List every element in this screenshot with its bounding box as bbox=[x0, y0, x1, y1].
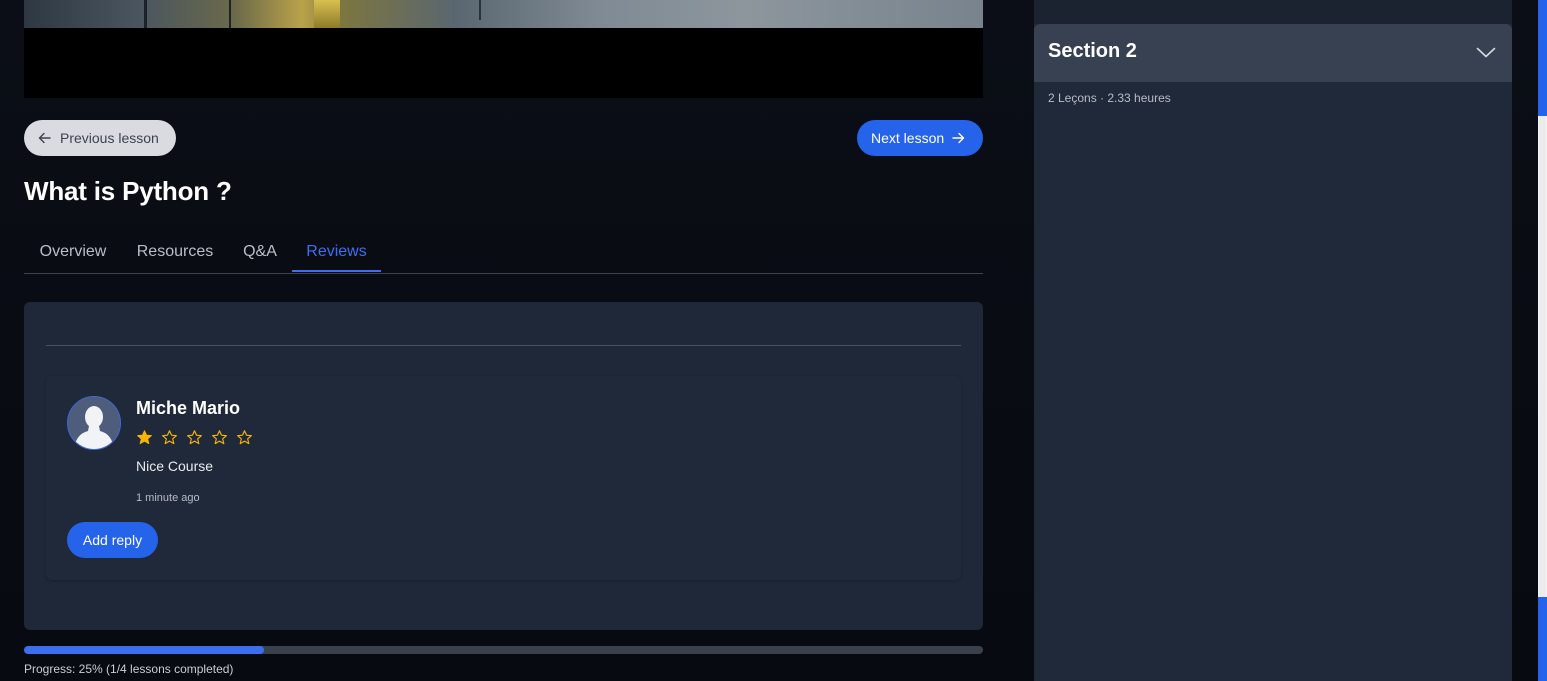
progress-fill bbox=[24, 646, 264, 654]
next-lesson-label: Next lesson bbox=[871, 130, 945, 146]
avatar bbox=[67, 396, 121, 450]
tab-qa[interactable]: Q&A bbox=[228, 236, 292, 272]
previous-lesson-button[interactable]: Previous lesson bbox=[24, 120, 176, 156]
page: Previous lesson Next lesson What is Pyth… bbox=[0, 0, 1547, 681]
star-icon bbox=[212, 430, 227, 445]
star-icon bbox=[187, 430, 202, 445]
progress-text: Progress: 25% (1/4 lessons completed) bbox=[24, 662, 234, 676]
section-title: Section 2 bbox=[1048, 40, 1137, 62]
lesson-title: What is Python ? bbox=[24, 176, 232, 206]
arrow-left-icon bbox=[38, 132, 51, 144]
previous-lesson-label: Previous lesson bbox=[60, 130, 159, 146]
course-sidebar: Section 2 2 Leçons · 2.33 heures bbox=[1034, 0, 1512, 681]
user-silhouette-icon bbox=[68, 397, 120, 449]
add-reply-button[interactable]: Add reply bbox=[67, 522, 158, 558]
tab-reviews[interactable]: Reviews bbox=[292, 236, 381, 272]
video-frame bbox=[24, 0, 983, 28]
reviews-panel: Miche Mario Nice Course 1 minute ago Add… bbox=[24, 302, 983, 630]
reviewer-name: Miche Mario bbox=[136, 398, 241, 418]
lesson-tabs: Overview Resources Q&A Reviews bbox=[24, 236, 983, 274]
review-card: Miche Mario Nice Course 1 minute ago Add… bbox=[46, 376, 961, 580]
reviews-divider bbox=[46, 345, 961, 346]
scrollbar[interactable] bbox=[1538, 0, 1547, 681]
tab-overview[interactable]: Overview bbox=[24, 236, 122, 272]
section-meta: 2 Leçons · 2.33 heures bbox=[1048, 91, 1171, 105]
progress-bar bbox=[24, 646, 983, 654]
section-header[interactable]: Section 2 bbox=[1034, 24, 1512, 82]
chevron-down-icon[interactable] bbox=[1476, 44, 1496, 60]
star-rating bbox=[136, 429, 261, 446]
next-lesson-button[interactable]: Next lesson bbox=[857, 120, 983, 156]
review-text: Nice Course bbox=[136, 458, 214, 474]
tab-resources[interactable]: Resources bbox=[122, 236, 228, 272]
sidebar-top-strip bbox=[1034, 0, 1512, 24]
arrow-right-icon bbox=[952, 132, 965, 144]
star-icon bbox=[162, 430, 177, 445]
lesson-main: Previous lesson Next lesson What is Pyth… bbox=[24, 0, 983, 681]
review-timestamp: 1 minute ago bbox=[136, 492, 200, 504]
star-icon bbox=[137, 430, 152, 445]
star-icon bbox=[237, 430, 252, 445]
video-player[interactable] bbox=[24, 0, 983, 98]
